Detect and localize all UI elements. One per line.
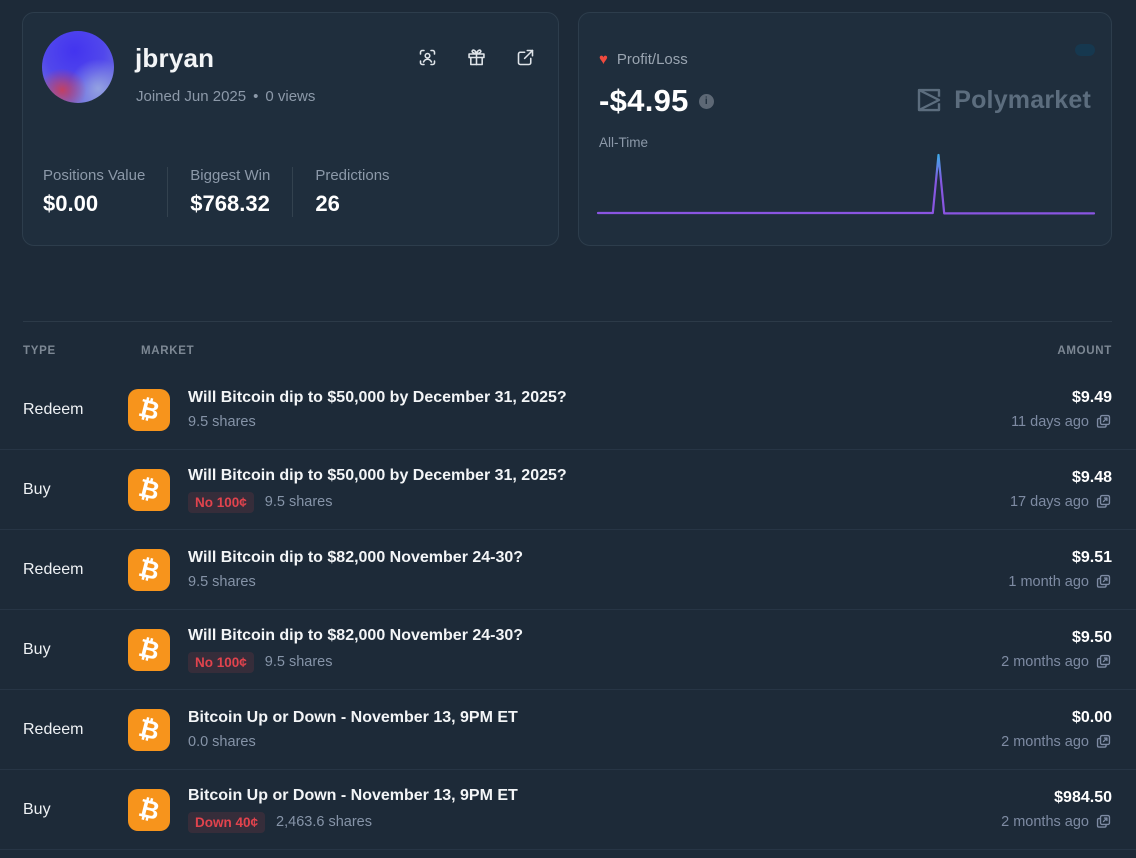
column-header-market: MARKET [128, 345, 1057, 357]
views-count: 0 views [265, 88, 315, 105]
range-button-1m[interactable] [1047, 44, 1067, 56]
outcome-badge: No 100¢ [188, 492, 254, 513]
pnl-header: ♥ Profit/Loss [599, 51, 688, 68]
table-row[interactable]: Buy ₿ Will Bitcoin dip to $50,000 by Dec… [0, 450, 1136, 530]
avatar [42, 31, 114, 103]
stat-label: Biggest Win [190, 167, 270, 184]
polymarket-watermark: Polymarket [914, 85, 1091, 115]
bitcoin-icon: ₿ [128, 389, 170, 431]
profile-stat: Predictions 26 [292, 167, 411, 217]
profile-actions [417, 47, 536, 68]
bitcoin-icon: ₿ [128, 789, 170, 831]
table-row[interactable]: Redeem ₿ Will Bitcoin dip to $50,000 by … [0, 370, 1136, 450]
time-ago: 2 months ago [1001, 654, 1089, 670]
shares-count: 9.5 shares [188, 414, 256, 430]
username: jbryan [135, 43, 214, 74]
amount-value: $984.50 [1001, 789, 1112, 807]
polymarket-logo-icon [914, 85, 944, 115]
shares-count: 9.5 shares [265, 494, 333, 510]
column-header-type: TYPE [23, 345, 128, 357]
range-button-all[interactable] [1075, 44, 1095, 56]
amount-value: $9.48 [1010, 469, 1112, 487]
bitcoin-icon: ₿ [128, 469, 170, 511]
column-header-amount: AMOUNT [1057, 345, 1112, 357]
time-range-selector [991, 44, 1095, 56]
pnl-label: Profit/Loss [617, 51, 688, 68]
shares-count: 2,463.6 shares [276, 814, 372, 830]
bitcoin-icon: ₿ [128, 549, 170, 591]
activity-type: Buy [23, 801, 128, 819]
activity-type: Buy [23, 641, 128, 659]
time-ago: 1 month ago [1008, 574, 1089, 590]
tabs-divider [23, 321, 1112, 322]
table-row[interactable]: Buy ₿ Will Bitcoin dip to $82,000 Novemb… [0, 610, 1136, 690]
profile-stat: Positions Value $0.00 [43, 167, 167, 217]
transaction-link-icon[interactable] [1095, 493, 1112, 510]
amount-value: $0.00 [1001, 709, 1112, 727]
market-title[interactable]: Bitcoin Up or Down - November 13, 9PM ET [188, 709, 1001, 727]
activity-list: Redeem ₿ Will Bitcoin dip to $50,000 by … [0, 370, 1136, 850]
activity-type: Redeem [23, 401, 128, 419]
range-button-1d[interactable] [991, 44, 1011, 56]
range-button-1w[interactable] [1019, 44, 1039, 56]
share-icon[interactable] [515, 47, 536, 68]
profile-stat: Biggest Win $768.32 [167, 167, 292, 217]
shares-count: 0.0 shares [188, 734, 256, 750]
time-ago: 11 days ago [1011, 414, 1089, 430]
market-title[interactable]: Will Bitcoin dip to $82,000 November 24-… [188, 627, 1001, 645]
info-icon[interactable]: i [699, 94, 714, 109]
scan-face-icon[interactable] [417, 47, 438, 68]
stat-label: Positions Value [43, 167, 145, 184]
profit-loss-card: ♥ Profit/Loss -$4.95 i All-Time Polymark… [578, 12, 1112, 246]
gift-icon[interactable] [466, 47, 487, 68]
stat-label: Predictions [315, 167, 389, 184]
bitcoin-icon: ₿ [128, 709, 170, 751]
transaction-link-icon[interactable] [1095, 733, 1112, 750]
bitcoin-icon: ₿ [128, 629, 170, 671]
transaction-link-icon[interactable] [1095, 653, 1112, 670]
joined-date: Joined Jun 2025 [136, 88, 246, 105]
market-title[interactable]: Bitcoin Up or Down - November 13, 9PM ET [188, 787, 1001, 805]
table-header: TYPE MARKET AMOUNT [23, 345, 1112, 357]
profile-subtitle: Joined Jun 2025 • 0 views [136, 88, 315, 105]
time-ago: 2 months ago [1001, 734, 1089, 750]
table-row[interactable]: Redeem ₿ Will Bitcoin dip to $82,000 Nov… [0, 530, 1136, 610]
polymarket-wordmark: Polymarket [954, 86, 1091, 115]
amount-value: $9.49 [1011, 389, 1112, 407]
transaction-link-icon[interactable] [1095, 813, 1112, 830]
activity-type: Redeem [23, 721, 128, 739]
market-title[interactable]: Will Bitcoin dip to $50,000 by December … [188, 467, 1010, 485]
stat-value: $768.32 [190, 191, 270, 217]
amount-value: $9.50 [1001, 629, 1112, 647]
dot-separator: • [253, 88, 258, 105]
profile-card: jbryan Joined Jun 2025 • 0 views Positions… [22, 12, 559, 246]
time-ago: 17 days ago [1010, 494, 1089, 510]
pnl-chart [579, 147, 1113, 231]
transaction-link-icon[interactable] [1095, 413, 1112, 430]
activity-type: Buy [23, 481, 128, 499]
pnl-value: -$4.95 [599, 83, 689, 119]
activity-type: Redeem [23, 561, 128, 579]
shares-count: 9.5 shares [188, 574, 256, 590]
stat-value: $0.00 [43, 191, 145, 217]
table-row[interactable]: Buy ₿ Bitcoin Up or Down - November 13, … [0, 770, 1136, 850]
shares-count: 9.5 shares [265, 654, 333, 670]
table-row[interactable]: Redeem ₿ Bitcoin Up or Down - November 1… [0, 690, 1136, 770]
transaction-link-icon[interactable] [1095, 573, 1112, 590]
heart-icon: ♥ [599, 52, 608, 67]
outcome-badge: Down 40¢ [188, 812, 265, 833]
tab-bar [23, 283, 61, 297]
market-title[interactable]: Will Bitcoin dip to $82,000 November 24-… [188, 549, 1008, 567]
market-title[interactable]: Will Bitcoin dip to $50,000 by December … [188, 389, 1011, 407]
time-ago: 2 months ago [1001, 814, 1089, 830]
profile-stats: Positions Value $0.00 Biggest Win $768.3… [43, 167, 412, 217]
amount-value: $9.51 [1008, 549, 1112, 567]
outcome-badge: No 100¢ [188, 652, 254, 673]
stat-value: 26 [315, 191, 389, 217]
